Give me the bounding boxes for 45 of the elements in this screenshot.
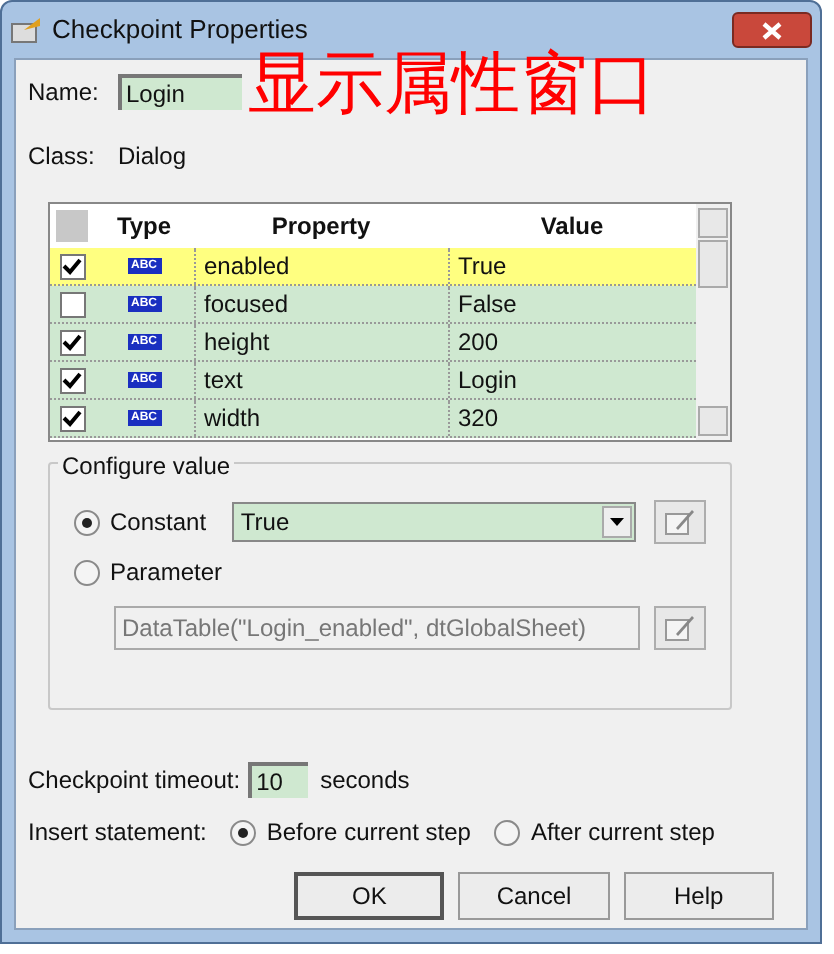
- radio-button[interactable]: [230, 819, 257, 845]
- constant-dropdown[interactable]: True: [232, 502, 636, 542]
- scrollbar[interactable]: [696, 204, 730, 440]
- column-header: Property: [269, 210, 373, 244]
- class-label: Class:: [28, 140, 97, 174]
- dialog-button[interactable]: Help: [623, 872, 774, 920]
- edit-button[interactable]: [654, 606, 706, 650]
- close-button[interactable]: [732, 12, 812, 48]
- radio-label: Constant: [110, 506, 207, 540]
- column-header: Value: [538, 210, 606, 244]
- window-title: Checkpoint Properties: [52, 12, 310, 49]
- annotation-text: 显示属性窗口: [248, 44, 656, 124]
- checkbox[interactable]: [59, 367, 85, 393]
- class-value: Dialog: [118, 140, 187, 174]
- edit-button[interactable]: [654, 500, 706, 544]
- column-header: Type: [114, 210, 174, 244]
- unit-label: seconds: [320, 764, 410, 798]
- close-icon: [762, 21, 782, 39]
- timeout-field[interactable]: 10: [248, 762, 309, 798]
- table-cell: focused: [194, 286, 448, 322]
- checkbox[interactable]: [59, 291, 85, 317]
- checkbox[interactable]: [59, 253, 85, 279]
- checkbox[interactable]: [59, 329, 85, 355]
- radio-button[interactable]: [74, 559, 100, 585]
- name-field[interactable]: Login: [118, 74, 242, 110]
- dialog-button[interactable]: Cancel: [458, 872, 610, 920]
- radio-label: Parameter: [110, 556, 223, 590]
- checkbox[interactable]: [59, 405, 85, 431]
- parameter-field[interactable]: DataTable("Login_enabled", dtGlobalSheet): [114, 606, 640, 650]
- checkpoint-icon: [10, 16, 42, 44]
- table-cell: text: [194, 362, 448, 398]
- radio-label: Before current step: [266, 816, 471, 850]
- radio-label: After current step: [530, 816, 715, 850]
- radio-button[interactable]: [494, 819, 521, 845]
- table-cell: width: [194, 400, 448, 436]
- radio-button[interactable]: [74, 509, 100, 535]
- caret-icon: [610, 518, 624, 526]
- table-cell: enabled: [194, 248, 448, 284]
- insert-label: Insert statement:: [28, 816, 207, 850]
- pencil-icon: [664, 614, 696, 642]
- table-cell: height: [194, 324, 448, 360]
- pencil-icon: [664, 508, 696, 536]
- dialog-button[interactable]: OK: [294, 872, 445, 920]
- timeout-label: Checkpoint timeout:: [28, 764, 241, 798]
- name-label: Name:: [28, 76, 98, 110]
